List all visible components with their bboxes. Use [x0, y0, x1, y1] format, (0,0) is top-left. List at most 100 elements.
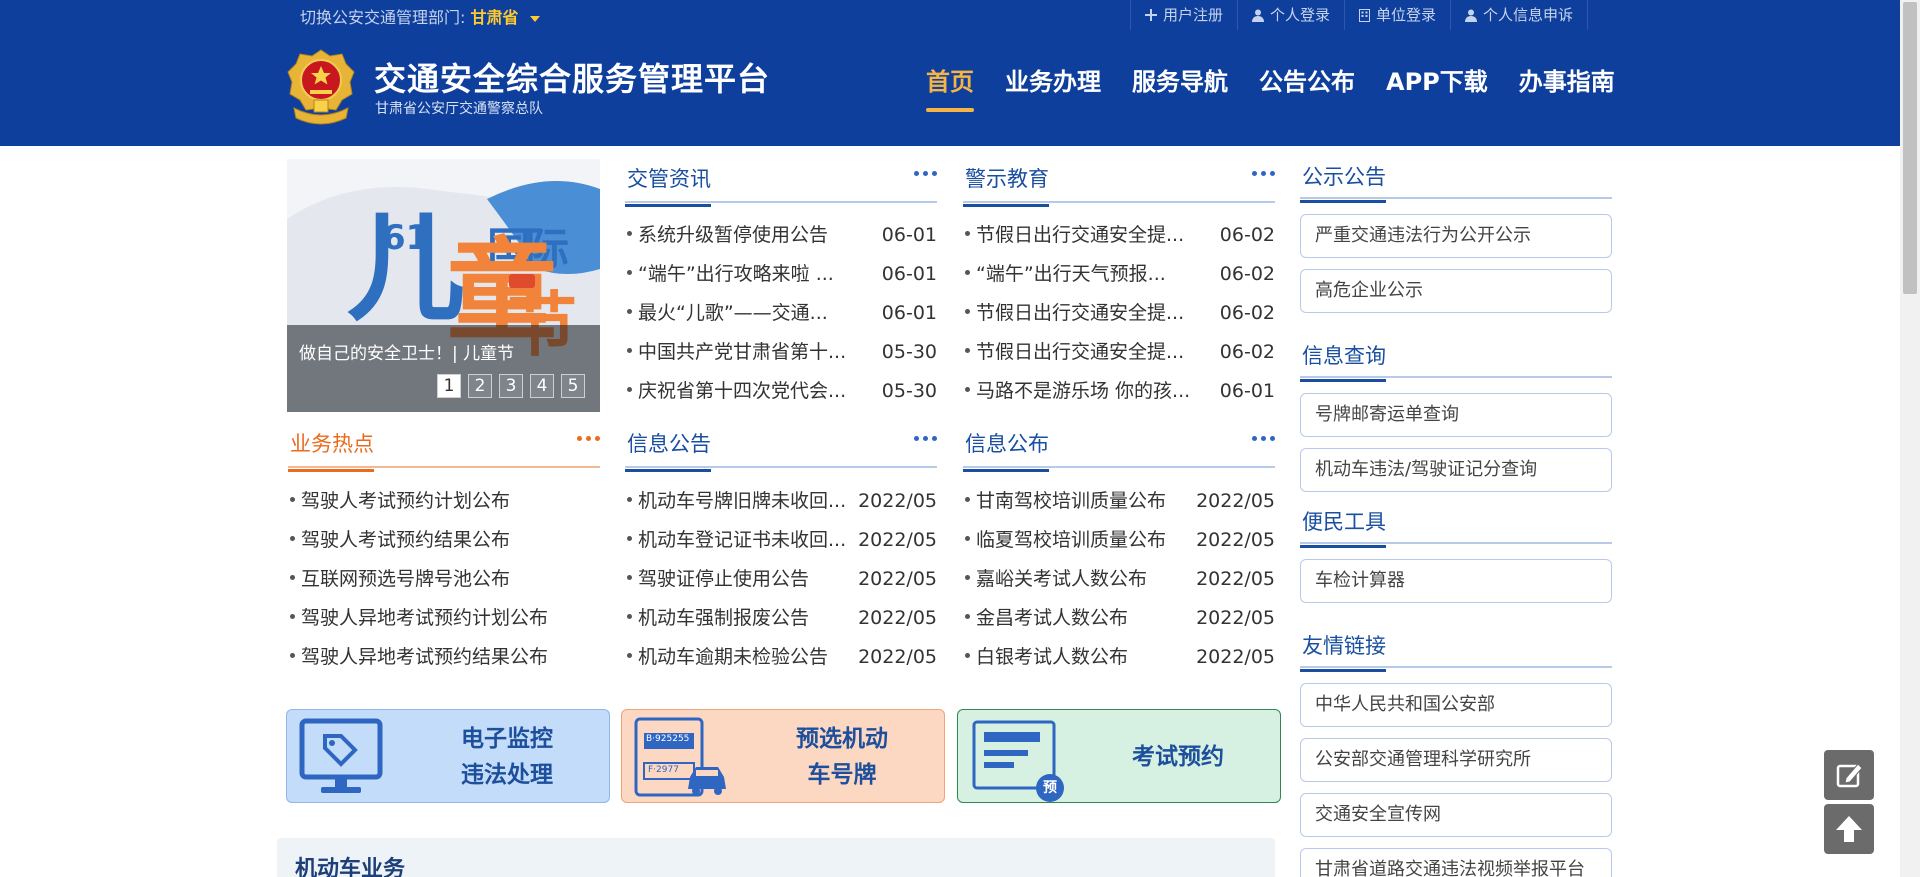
- monitor-tag-icon: [299, 718, 383, 793]
- list-item-title: 庆祝省第十四次党代会...: [638, 380, 847, 402]
- news-carousel[interactable]: 际 国 儿 童 节 61 做自己的安全卫士！| 儿童节 1 2 3 4 5: [287, 159, 600, 412]
- list-item[interactable]: 节假日出行交通安全提... 06-02: [963, 333, 1275, 372]
- list-item[interactable]: 驾驶人考试预约结果公布: [288, 521, 600, 560]
- selected-province[interactable]: 甘肃省: [471, 8, 519, 27]
- exam-booking-label: 考试预约: [1088, 739, 1268, 775]
- main-nav: 首页 业务办理 服务导航 公告公布 APP下载 办事指南: [926, 62, 1646, 124]
- list-item[interactable]: 节假日出行交通安全提... 06-02: [963, 216, 1275, 255]
- list-item[interactable]: 白银考试人数公布 2022/05: [963, 638, 1275, 677]
- nav-announcements[interactable]: 公告公布: [1259, 62, 1355, 124]
- personal-appeal-link[interactable]: 个人信息申诉: [1450, 0, 1589, 30]
- list-item[interactable]: 中国共产党甘肃省第十... 05-30: [625, 333, 937, 372]
- list-item[interactable]: 临夏驾校培训质量公布 2022/05: [963, 521, 1275, 560]
- edit-icon: [1836, 763, 1863, 788]
- nav-business[interactable]: 业务办理: [1005, 62, 1101, 124]
- list-item[interactable]: 甘南驾校培训质量公布 2022/05: [963, 482, 1275, 521]
- warning-list: 节假日出行交通安全提... 06-02 “端午”出行天气预报... 06-02 节假…: [963, 216, 1275, 411]
- list-item[interactable]: 系统升级暂停使用公告 06-01: [625, 216, 937, 255]
- publish-panel-title[interactable]: 信息公布: [963, 428, 1049, 472]
- top-bar: 切换公安交通管理部门: 甘肃省 用户注册 个人登录 单位登录 个人信息申诉: [0, 0, 1900, 30]
- list-item[interactable]: “端午”出行天气预报... 06-02: [963, 255, 1275, 294]
- register-link[interactable]: 用户注册: [1130, 0, 1237, 30]
- nav-home[interactable]: 首页: [926, 62, 974, 124]
- carousel-dot[interactable]: 2: [468, 374, 492, 398]
- police-emblem-logo[interactable]: [284, 48, 358, 128]
- preselect-plate-card[interactable]: B·925255 F·2977 预选机动 车号牌: [621, 709, 945, 803]
- carousel-caption[interactable]: 做自己的安全卫士！| 儿童节: [299, 339, 514, 364]
- list-item[interactable]: 庆祝省第十四次党代会... 05-30: [625, 372, 937, 411]
- hot-list: 驾驶人考试预约计划公布 驾驶人考试预约结果公布 互联网预选号牌号池公布 驾驶人异…: [288, 482, 600, 677]
- friend-link-item[interactable]: 公安部交通管理科学研究所: [1300, 738, 1612, 782]
- unit-login-link[interactable]: 单位登录: [1344, 0, 1450, 30]
- carousel-dot[interactable]: 3: [499, 374, 523, 398]
- svg-text:61: 61: [382, 218, 429, 258]
- list-item[interactable]: 机动车强制报废公告 2022/05: [625, 599, 937, 638]
- feedback-button[interactable]: [1824, 750, 1874, 800]
- publish-more-icon[interactable]: [1248, 436, 1275, 441]
- notice-panel-title[interactable]: 信息公告: [625, 428, 711, 472]
- info-query-item[interactable]: 机动车违法/驾驶证记分查询: [1300, 448, 1612, 492]
- exam-booking-card[interactable]: 预 考试预约: [957, 709, 1281, 803]
- list-item-date: 2022/05: [858, 607, 937, 629]
- news-panel-title[interactable]: 交管资讯: [625, 163, 711, 207]
- list-item[interactable]: 金昌考试人数公布 2022/05: [963, 599, 1275, 638]
- info-query-item[interactable]: 号牌邮寄运单查询: [1300, 393, 1612, 437]
- friend-link-item[interactable]: 甘肃省道路交通违法视频举报平台: [1300, 848, 1612, 877]
- department-switch-label: 切换公安交通管理部门:: [300, 8, 466, 27]
- list-item[interactable]: 马路不是游乐场 你的孩... 06-01: [963, 372, 1275, 411]
- nav-guide[interactable]: 办事指南: [1519, 62, 1615, 124]
- list-item-title: 机动车逾期未检验公告: [638, 646, 829, 668]
- hot-panel-title[interactable]: 业务热点: [288, 428, 374, 472]
- list-item-date: 06-01: [881, 302, 937, 324]
- e-monitor-violation-card[interactable]: 电子监控 违法处理: [286, 709, 610, 803]
- warning-panel-title[interactable]: 警示教育: [963, 163, 1049, 207]
- list-item-date: 06-01: [1219, 380, 1275, 402]
- site-subtitle: 甘肃省公安厅交通警察总队: [375, 101, 543, 117]
- plate-number: B·925255: [646, 734, 690, 744]
- nav-service-guide[interactable]: 服务导航: [1132, 62, 1228, 124]
- public-notice-item[interactable]: 严重交通违法行为公开公示: [1300, 214, 1612, 258]
- notice-more-icon[interactable]: [910, 436, 937, 441]
- list-item-date: 2022/05: [858, 646, 937, 668]
- list-item[interactable]: 最火“儿歌”——交通... 06-01: [625, 294, 937, 333]
- list-item-title: 机动车号牌旧牌未收回...: [638, 490, 847, 512]
- list-item[interactable]: “端午”出行攻略来啦 ... 06-01: [625, 255, 937, 294]
- scrollbar-thumb[interactable]: [1903, 2, 1917, 294]
- hot-more-icon[interactable]: [573, 436, 600, 441]
- friend-links-title[interactable]: 友情链接: [1300, 630, 1386, 672]
- list-item[interactable]: 机动车登记证书未收回... 2022/05: [625, 521, 937, 560]
- list-item[interactable]: 驾驶人考试预约计划公布: [288, 482, 600, 521]
- tools-title[interactable]: 便民工具: [1300, 506, 1386, 548]
- personal-login-link-label: 个人登录: [1270, 6, 1331, 24]
- friend-link-item[interactable]: 中华人民共和国公安部: [1300, 683, 1612, 727]
- personal-login-link[interactable]: 个人登录: [1237, 0, 1344, 30]
- list-item-date: 2022/05: [1196, 529, 1275, 551]
- list-item[interactable]: 驾驶证停止使用公告 2022/05: [625, 560, 937, 599]
- list-item-title: 中国共产党甘肃省第十...: [638, 341, 847, 363]
- preselect-plate-label: 预选机动 车号牌: [752, 721, 932, 793]
- public-notice-title[interactable]: 公示公告: [1300, 161, 1386, 203]
- carousel-dot[interactable]: 5: [561, 374, 585, 398]
- warning-more-icon[interactable]: [1248, 171, 1275, 176]
- carousel-dot[interactable]: 1: [437, 374, 461, 398]
- list-item[interactable]: 机动车逾期未检验公告 2022/05: [625, 638, 937, 677]
- list-item[interactable]: 机动车号牌旧牌未收回... 2022/05: [625, 482, 937, 521]
- nav-app-download[interactable]: APP下载: [1386, 62, 1488, 124]
- caret-down-icon[interactable]: [529, 15, 540, 22]
- back-to-top-button[interactable]: [1824, 804, 1874, 854]
- tools-item[interactable]: 车检计算器: [1300, 559, 1612, 603]
- carousel-dot[interactable]: 4: [530, 374, 554, 398]
- public-notice-item[interactable]: 高危企业公示: [1300, 269, 1612, 313]
- publish-panel-header: 信息公布: [963, 424, 1275, 472]
- list-item[interactable]: 互联网预选号牌号池公布: [288, 560, 600, 599]
- page-scrollbar[interactable]: [1900, 0, 1920, 877]
- department-switch[interactable]: 切换公安交通管理部门: 甘肃省: [300, 4, 540, 28]
- list-item[interactable]: 节假日出行交通安全提... 06-02: [963, 294, 1275, 333]
- list-item[interactable]: 驾驶人异地考试预约计划公布: [288, 599, 600, 638]
- list-item[interactable]: 嘉峪关考试人数公布 2022/05: [963, 560, 1275, 599]
- list-item-date: 05-30: [881, 341, 937, 363]
- friend-link-item[interactable]: 交通安全宣传网: [1300, 793, 1612, 837]
- news-more-icon[interactable]: [910, 171, 937, 176]
- info-query-title[interactable]: 信息查询: [1300, 340, 1386, 382]
- list-item[interactable]: 驾驶人异地考试预约结果公布: [288, 638, 600, 677]
